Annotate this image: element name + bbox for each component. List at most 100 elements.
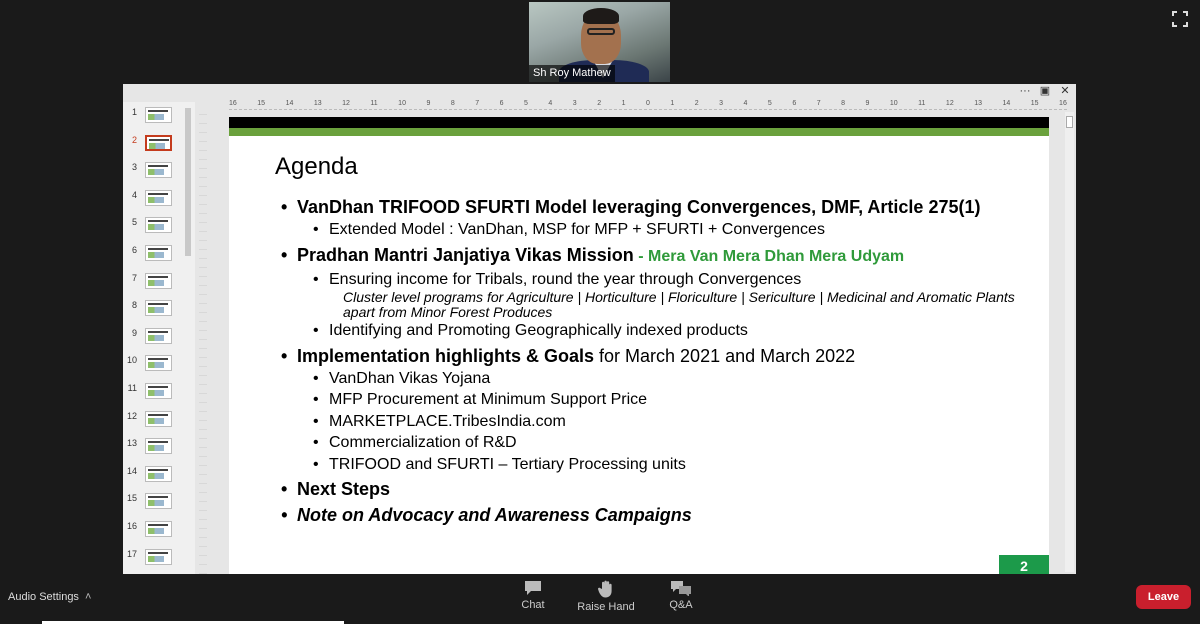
chat-button[interactable]: Chat [503,580,563,611]
slide-thumbnail-number: 3 [131,162,137,173]
raise-hand-button[interactable]: Raise Hand [576,580,636,613]
slide-thumbnail[interactable]: 7 [123,272,183,295]
slide-thumbnail[interactable]: 14 [123,465,183,488]
slide-thumbnail[interactable]: 10 [123,355,183,377]
ruler-tick: 9 [865,100,870,107]
agenda-item-3-sub: VanDhan Vikas Yojana [279,368,1039,390]
agenda-item-3-suffix: for March 2021 and March 2022 [594,345,856,366]
slide-thumbnail-image[interactable] [145,383,172,399]
slide-thumbnail-number: 14 [126,465,137,476]
audio-settings-label: Audio Settings [8,591,79,603]
restore-icon[interactable]: ▣ [1038,84,1052,97]
ruler-tick: 2 [597,100,602,107]
slide-thumbnail-number: 11 [127,383,137,393]
shared-screen: ··· ▣ ✕ 1 2 3 4 5 6 7 8 9 10 11 12 13 14 15 16 17 16 15 14… [123,84,1076,574]
agenda-item-2: Pradhan Mantri Janjatiya Vikas Mission -… [279,243,1039,269]
slide-thumbnail[interactable]: 4 [123,189,183,212]
slide-thumbnail-number: 12 [126,410,137,421]
leave-button[interactable]: Leave [1136,585,1191,609]
slide-thumbnail-image[interactable] [145,107,172,123]
ruler-tick: 3 [719,100,724,107]
ruler-tick: 14 [1002,100,1011,107]
agenda-item-2-sub-2: Identifying and Promoting Geographically… [279,320,1039,342]
slide-thumbnail[interactable]: 8 [123,300,183,322]
slide-thumbnail-number: 1 [131,107,137,117]
ruler-tick: 2 [694,100,699,107]
slide-thumbnail-image[interactable] [145,189,172,206]
slide-thumbnail-number: 7 [131,272,137,283]
slide-number-badge: 2 [999,555,1049,574]
slide-thumbnail-image[interactable] [145,134,172,151]
slide-thumbnail-number: 16 [126,521,137,531]
slide-thumbnail[interactable]: 15 [123,493,183,515]
slide-thumbnail-image[interactable] [145,438,172,455]
slide-thumbnail[interactable]: 3 [123,162,183,184]
slide-thumbnail-image[interactable] [145,465,172,482]
slide-thumbnail[interactable]: 1 [123,107,183,129]
zoom-meeting-window: Sh Roy Mathew ··· ▣ ✕ 1 2 3 4 5 6 7 8 9 10 11 12 13 1… [0,0,1200,624]
slide-thumbnail[interactable]: 6 [123,245,183,267]
agenda-item-1: VanDhan TRIFOOD SFURTI Model leveraging … [279,195,1039,219]
slide-thumbnail-image[interactable] [145,493,172,510]
slide-thumbnail-image[interactable] [145,300,172,317]
participant-video-tile[interactable]: Sh Roy Mathew [529,2,670,82]
ruler-tick: 14 [285,100,294,107]
slide-thumbnail-number: 6 [131,245,137,255]
slide-thumbnail-image[interactable] [145,245,172,261]
slide-thumbnail[interactable]: 16 [123,521,183,543]
slide-thumbnail-number: 15 [126,493,137,504]
close-icon[interactable]: ✕ [1058,84,1072,97]
window-controls: ··· ▣ ✕ [1018,84,1072,98]
video-person-hair [583,8,619,24]
ruler-tick: 5 [767,100,772,107]
chevron-up-icon[interactable]: ˄ [85,591,91,603]
ruler-tick: 10 [398,100,406,107]
slide-thumbnail-number: 9 [131,327,137,338]
ruler-tick: 1 [621,100,626,107]
slide-thumbnail-image[interactable] [145,272,172,289]
ruler-tick: 13 [313,100,322,107]
ruler-tick: 16 [1059,100,1067,107]
slide-header-black-bar [229,117,1049,128]
slide-thumbnail[interactable]: 13 [123,438,183,460]
ruler-tick: 16 [229,100,237,107]
slide-thumbnail-image[interactable] [145,548,172,565]
slide-thumbnail[interactable]: 2 [123,134,183,157]
slide-thumbnail-number: 2 [131,134,137,145]
slide-thumbnail[interactable]: 9 [123,327,183,350]
slide-thumbnail-image[interactable] [145,217,172,234]
agenda-item-5: Note on Advocacy and Awareness Campaigns [279,503,1039,527]
slide-thumbnail-image[interactable] [145,521,172,537]
agenda-item-3-sub: TRIFOOD and SFURTI – Tertiary Processing… [279,454,1039,476]
audio-settings-button[interactable]: Audio Settings ˄ [8,591,91,603]
slide-thumbnail-image[interactable] [145,355,172,372]
slide-thumbnail-image[interactable] [145,327,172,344]
slide-thumbnail-image[interactable] [145,410,172,427]
slide-title: Agenda [275,153,358,180]
slide-thumbnail[interactable]: 17 [123,548,183,571]
agenda-item-2-sub-1: Ensuring income for Tribals, round the y… [279,269,1039,291]
scrollbar-thumb[interactable] [1066,116,1073,128]
slide-thumbnail-number: 13 [126,438,137,449]
more-options-icon[interactable]: ··· [1018,85,1032,97]
ruler-tick: 6 [499,100,504,107]
ruler-tick: 0 [645,100,650,107]
raise-hand-icon [598,580,612,598]
fullscreen-icon[interactable] [1172,11,1188,27]
ruler-tick: 9 [426,100,431,107]
qa-button[interactable]: Q&A [651,580,711,611]
thumbnail-scrollbar[interactable] [185,108,191,256]
slide-vertical-scrollbar[interactable] [1065,112,1074,572]
slide-thumbnail[interactable]: 12 [123,410,183,433]
ruler-tick: 1 [670,100,675,107]
chat-icon [525,581,541,595]
ruler-tick: 11 [370,100,378,107]
slide-thumbnail-image[interactable] [145,162,172,179]
agenda-item-3-text: Implementation highlights & Goals [297,345,595,366]
slide-thumbnail[interactable]: 11 [123,383,183,405]
participant-name: Sh Roy Mathew [529,65,615,82]
agenda-item-1-sub-1: Extended Model : VanDhan, MSP for MFP + … [279,219,1039,241]
slide-thumbnail[interactable]: 5 [123,217,183,239]
slide-thumbnail-number: 17 [126,548,137,559]
agenda-item-2-sub-1-note: Cluster level programs for Agriculture |… [343,289,1015,320]
